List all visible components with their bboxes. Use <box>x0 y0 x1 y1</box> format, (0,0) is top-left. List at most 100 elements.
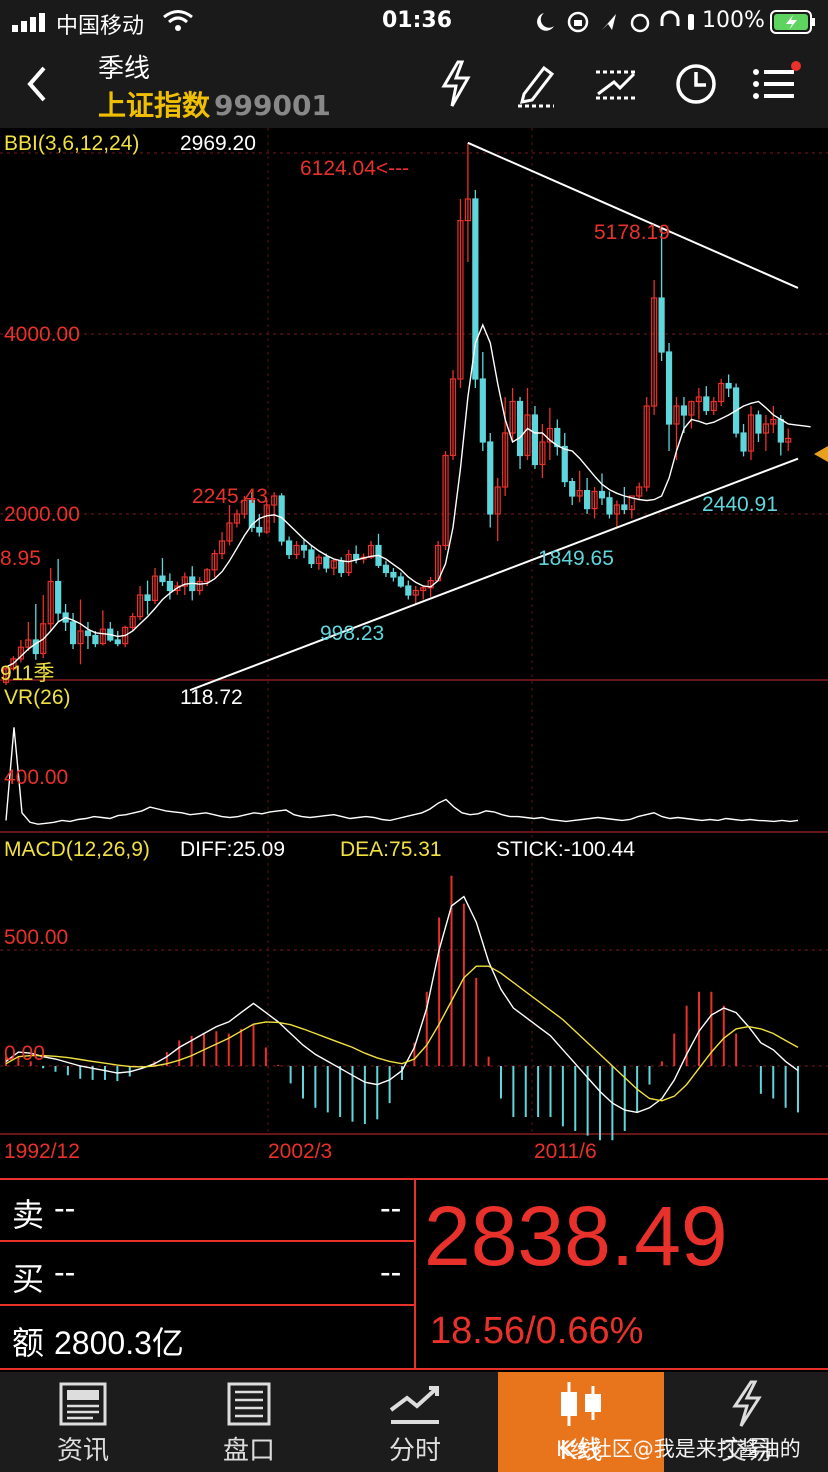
status-icons <box>536 10 696 40</box>
bbi-label: BBI(3,6,12,24) <box>4 132 140 155</box>
macd-dea-line <box>5 965 799 1102</box>
tab-label: 资讯 <box>56 1436 109 1466</box>
clock-button[interactable] <box>668 58 724 110</box>
buy-value: -- <box>54 1254 76 1290</box>
x-label-1: 1992/12 <box>4 1140 80 1163</box>
battery-percent: 100% <box>702 8 765 33</box>
kline-chart-svg <box>0 128 828 1141</box>
index-name: 上证指数 <box>98 89 211 122</box>
bbi-value: 2969.20 <box>180 132 256 155</box>
carrier: 中国移动 <box>56 14 145 39</box>
macd-dea: DEA:75.31 <box>340 838 442 861</box>
price-axis-4000: 4000.00 <box>4 323 80 346</box>
buy-right-value: -- <box>380 1254 402 1290</box>
sell-value: -- <box>54 1190 76 1226</box>
candle-body <box>740 432 747 452</box>
divider <box>414 1178 416 1370</box>
intraday-chart-icon <box>389 1386 439 1424</box>
price-axis-2000: 2000.00 <box>4 503 80 526</box>
divider <box>0 1240 414 1242</box>
menu-icon <box>753 61 801 99</box>
divider <box>0 1304 414 1306</box>
candle-body <box>397 576 404 587</box>
candle-body <box>114 639 121 645</box>
watermark: K线社区@我是来打酱油的 <box>556 1437 801 1461</box>
chevron-left-icon <box>27 66 46 102</box>
candle-body <box>159 575 166 583</box>
candle-body <box>703 396 710 412</box>
tab-news[interactable]: 资讯 <box>0 1372 166 1472</box>
index-code: 999001 <box>214 89 331 122</box>
candle-body <box>84 630 92 637</box>
current-price: 2838.49 <box>424 1189 728 1283</box>
status-bar: 中国移动 01:36 100% <box>0 0 828 44</box>
header: 季线 上证指数 999001 <box>0 44 828 128</box>
candle-body <box>561 445 568 483</box>
candle-body <box>755 414 762 434</box>
clock-time: 01:36 <box>382 8 453 33</box>
news-icon <box>59 1382 107 1426</box>
trend-line-icon <box>596 70 638 100</box>
signal-icon <box>12 12 48 38</box>
back-button[interactable] <box>22 62 62 110</box>
vr-axis: 400.00 <box>4 766 69 789</box>
kline-chart[interactable]: BBI(3,6,12,24) 2969.20 6124.04<--- 5178.… <box>0 128 828 1170</box>
macd-label: MACD(12,26,9) <box>4 838 150 861</box>
candle-body <box>382 564 390 574</box>
candle-body <box>479 378 486 443</box>
draw-pen-icon <box>518 65 555 108</box>
macd-axis-high: 500.00 <box>4 926 69 949</box>
divider <box>0 1368 828 1370</box>
quote-panel: 卖 -- -- 买 -- -- 额 2800.3亿 2838.49 18.56/… <box>0 1178 828 1370</box>
tab-label: 盘口 <box>222 1436 275 1466</box>
candle-body <box>606 497 613 515</box>
vr-label: VR(26) <box>4 686 71 709</box>
vr-value: 118.72 <box>180 686 243 709</box>
sell-right-value: -- <box>380 1190 402 1226</box>
amount-label: 额 <box>12 1325 45 1361</box>
x-label-3: 2011/6 <box>534 1140 597 1163</box>
candle-body <box>621 504 628 511</box>
tab-label: 分时 <box>388 1436 441 1466</box>
clock-icon <box>676 64 716 104</box>
flash-button[interactable] <box>428 58 484 110</box>
resistance-trendline <box>467 141 799 289</box>
candle-body <box>531 414 539 466</box>
bbi-line <box>5 323 811 668</box>
buy-label: 买 <box>12 1261 45 1297</box>
trend-line-button[interactable] <box>588 58 644 110</box>
draw-button[interactable] <box>508 58 564 110</box>
tab-orderbook[interactable]: 盘口 <box>166 1372 332 1472</box>
battery-icon <box>770 10 816 40</box>
left-marker: 911季 <box>0 662 55 685</box>
tab-intraday[interactable]: 分时 <box>332 1372 498 1472</box>
candle-body <box>569 481 576 497</box>
flash-icon <box>441 60 471 107</box>
high-annotation-2: 5178.19 <box>594 221 670 244</box>
candle-body <box>323 556 330 569</box>
current-price-marker-icon <box>814 446 828 462</box>
low-annotation-2: 1849.65 <box>538 547 614 570</box>
candle-body <box>777 418 784 443</box>
candle-body <box>516 400 524 457</box>
period-title: 季线 <box>98 54 151 84</box>
candle-body <box>390 571 397 578</box>
candle-body <box>665 351 673 425</box>
high-annotation-1: 6124.04<--- <box>300 157 410 180</box>
candle-body <box>583 490 591 510</box>
index-title: 上证指数 999001 <box>98 84 331 124</box>
left-value: 8.95 <box>0 547 41 570</box>
candlestick-icon <box>561 1382 601 1426</box>
candle-body <box>308 549 315 565</box>
candle-body <box>55 580 62 614</box>
orderbook-icon <box>227 1382 271 1426</box>
menu-button[interactable] <box>748 58 804 110</box>
candle-body <box>353 553 360 560</box>
low-annotation-1: 998.23 <box>320 622 385 645</box>
high-annotation-3: 2245.43 <box>192 485 268 508</box>
lightning-icon <box>732 1380 762 1427</box>
vr-line <box>5 727 799 825</box>
macd-diff-line <box>5 895 799 1114</box>
candle-body <box>725 382 732 389</box>
candle-body <box>658 297 665 353</box>
